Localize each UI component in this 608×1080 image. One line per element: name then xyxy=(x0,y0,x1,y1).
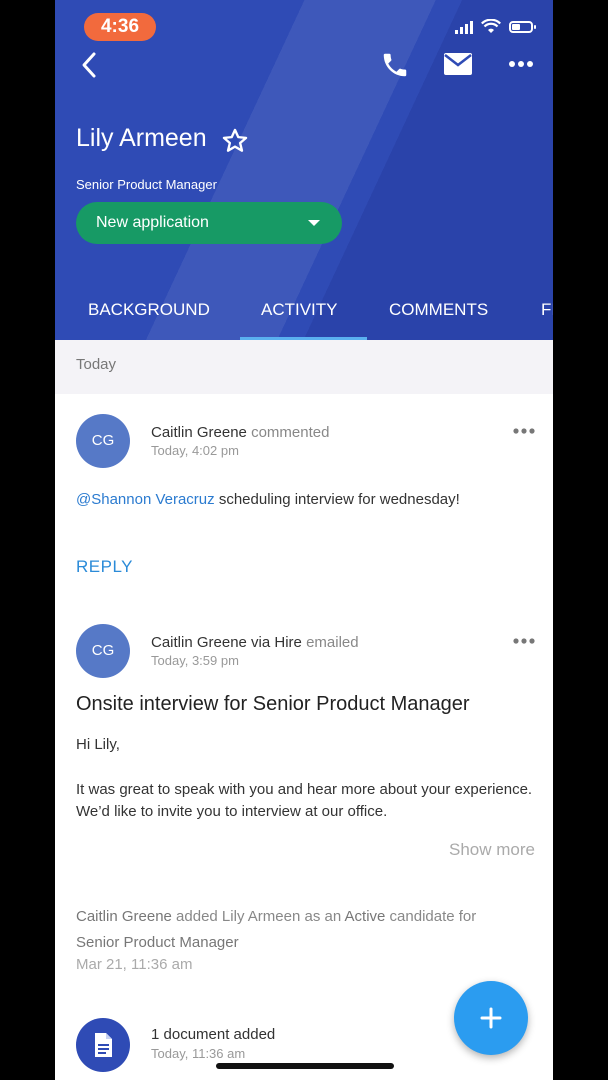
tab-background[interactable]: BACKGROUND xyxy=(88,300,210,320)
activity-job: Senior Product Manager xyxy=(76,934,239,951)
battery-icon xyxy=(509,21,536,33)
document-icon xyxy=(95,1033,112,1057)
avatar[interactable]: CG xyxy=(76,624,130,678)
comment-timestamp: Today, 4:02 pm xyxy=(151,443,239,458)
candidate-job-title: Senior Product Manager xyxy=(76,177,217,192)
email-timestamp: Today, 3:59 pm xyxy=(151,653,239,668)
section-label-today: Today xyxy=(76,356,117,373)
comment-more-icon[interactable] xyxy=(513,427,535,435)
status-change-activity: Caitlin Greene added Lily Armeen as an A… xyxy=(76,904,538,956)
application-status-label: New application xyxy=(96,214,209,231)
tab-files[interactable]: FI xyxy=(541,300,553,320)
back-icon[interactable] xyxy=(75,50,105,80)
avatar[interactable]: CG xyxy=(76,414,130,468)
comment-author-line: Caitlin Greene commented xyxy=(151,424,329,441)
comment-verb: commented xyxy=(251,424,330,441)
feed-section-header: Today xyxy=(55,340,553,394)
add-fab-button[interactable] xyxy=(454,981,528,1055)
mail-icon[interactable] xyxy=(443,52,473,76)
comment-mention[interactable]: @Shannon Veracruz xyxy=(76,491,215,508)
email-greeting: Hi Lily, xyxy=(76,736,120,753)
candidate-header: 4:36 Lily Armeen Senior Product Manager … xyxy=(55,0,553,340)
email-author-line: Caitlin Greene via Hire emailed xyxy=(151,634,359,651)
profile-tabs: BACKGROUND ACTIVITY COMMENTS FI xyxy=(55,290,553,340)
phone-icon[interactable] xyxy=(380,50,410,80)
activity-text-2: candidate for xyxy=(385,908,477,925)
tab-comments[interactable]: COMMENTS xyxy=(389,300,488,320)
application-status-dropdown[interactable]: New application xyxy=(76,202,342,244)
activity-timestamp: Mar 21, 11:36 am xyxy=(76,956,193,973)
document-activity-title[interactable]: 1 document added xyxy=(151,1026,275,1043)
activity-text-1: added Lily Armeen as an xyxy=(171,908,345,925)
document-activity-timestamp: Today, 11:36 am xyxy=(151,1046,246,1061)
email-more-icon[interactable] xyxy=(513,637,535,645)
comment-body: @Shannon Veracruz scheduling interview f… xyxy=(76,491,460,508)
status-bar-time: 4:36 xyxy=(84,13,156,41)
home-indicator[interactable] xyxy=(216,1063,394,1069)
star-icon[interactable] xyxy=(221,127,249,155)
more-icon[interactable] xyxy=(507,54,535,74)
comment-text: scheduling interview for wednesday! xyxy=(214,491,460,508)
activity-actor: Caitlin Greene xyxy=(76,908,172,925)
email-body: It was great to speak with you and hear … xyxy=(76,781,533,820)
plus-icon xyxy=(480,1007,502,1029)
email-author[interactable]: Caitlin Greene via Hire xyxy=(151,634,302,651)
chevron-down-icon xyxy=(308,220,320,226)
reply-button[interactable]: REPLY xyxy=(76,557,133,577)
candidate-screen: 4:36 Lily Armeen Senior Product Manager … xyxy=(55,0,553,1080)
wifi-icon xyxy=(481,19,501,33)
document-icon-badge xyxy=(76,1018,130,1072)
candidate-name: Lily Armeen xyxy=(76,124,207,152)
email-subject[interactable]: Onsite interview for Senior Product Mana… xyxy=(76,693,470,716)
cellular-signal-icon xyxy=(455,20,473,34)
show-more-link[interactable]: Show more xyxy=(449,840,535,860)
activity-state: Active xyxy=(344,908,386,925)
comment-author[interactable]: Caitlin Greene xyxy=(151,424,247,441)
tab-activity[interactable]: ACTIVITY xyxy=(261,300,338,320)
email-verb: emailed xyxy=(306,634,359,651)
status-bar-icons xyxy=(455,19,536,35)
